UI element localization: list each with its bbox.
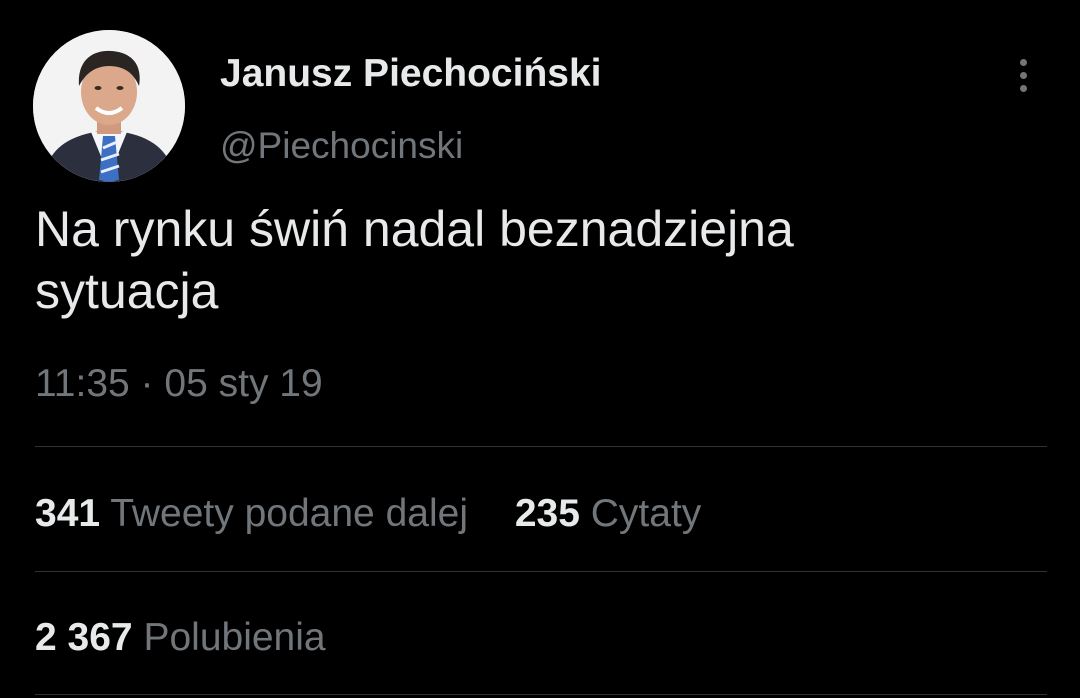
avatar-photo [33,30,185,182]
likes-stats-row: 2 367 Polubienia [35,616,362,660]
retweets-count: 341 [35,492,101,535]
engagement-stats-row: 341 Tweety podane dalej 235 Cytaty [35,492,737,536]
quotes-label: Cytaty [590,492,702,535]
tweet-detail: Janusz Piechociński @Piechocinski Na ryn… [0,0,1080,698]
author-handle[interactable]: @Piechocinski [220,125,463,167]
more-vertical-icon[interactable] [1010,56,1038,94]
divider [35,694,1047,695]
tweet-time: 11:35 [35,362,130,405]
quotes-count: 235 [514,492,580,535]
tweet-text: Na rynku świń nadal beznadziejna sytuacj… [35,198,995,322]
quotes-stat[interactable]: 235 Cytaty [515,492,701,536]
retweets-stat[interactable]: 341 Tweety podane dalej [35,492,468,536]
divider [35,571,1047,572]
avatar[interactable] [33,30,185,182]
tweet-text-line: Na rynku świń nadal beznadziejna [35,201,794,257]
likes-count: 2 367 [35,616,133,659]
tweet-text-line: sytuacja [35,263,219,319]
retweets-label: Tweety podane dalej [110,492,468,535]
author-display-name[interactable]: Janusz Piechociński [220,52,602,96]
tweet-timestamp[interactable]: 11:35 · 05 sty 19 [35,362,323,406]
meta-separator: · [140,362,154,405]
likes-label: Polubienia [143,616,326,659]
divider [35,446,1047,447]
tweet-date: 05 sty 19 [164,362,323,405]
likes-stat[interactable]: 2 367 Polubienia [35,616,326,660]
